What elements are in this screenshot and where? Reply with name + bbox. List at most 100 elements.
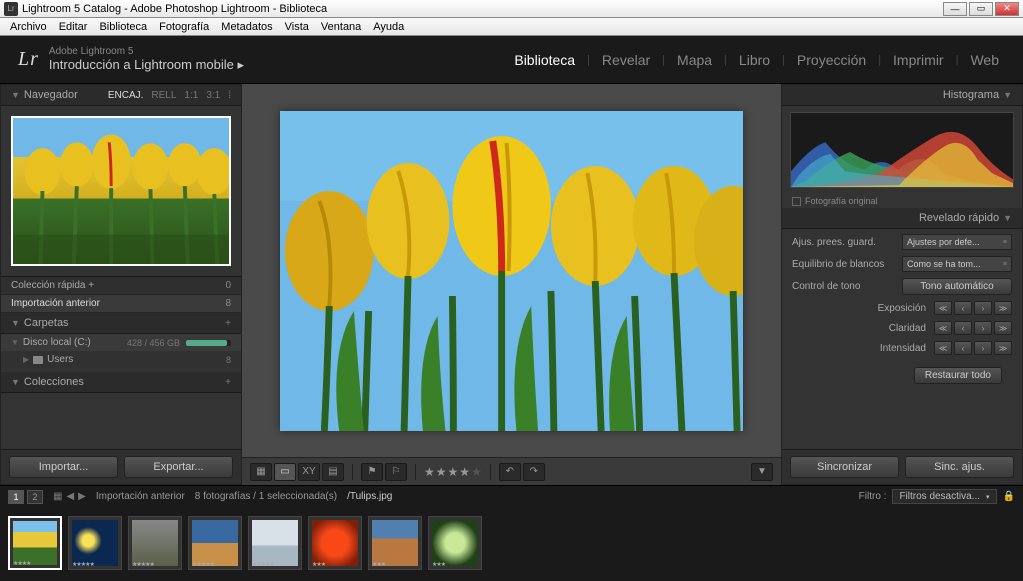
exposure-big-minus[interactable]: ≪ <box>934 301 952 315</box>
catalog-quick-collection[interactable]: Colección rápida + 0 <box>1 277 241 295</box>
filmstrip: ★★★★★★★★★★★★★★★★★★★★★★★★★★★★★★★★★ <box>0 507 1023 579</box>
menu-ayuda[interactable]: Ayuda <box>367 21 410 33</box>
export-button[interactable]: Exportar... <box>124 456 233 478</box>
preview-area[interactable] <box>242 84 781 457</box>
grid-icon[interactable]: ▦ <box>53 491 62 502</box>
module-libro[interactable]: Libro <box>733 52 776 68</box>
collections-header[interactable]: ▼ Colecciones + <box>1 372 241 393</box>
menu-metadatos[interactable]: Metadatos <box>215 21 278 33</box>
folder-users[interactable]: ▶ Users 8 <box>1 351 241 368</box>
nav-1to1[interactable]: 1:1 <box>184 90 198 101</box>
module-proyeccion[interactable]: Proyección <box>791 52 872 68</box>
nav-fill[interactable]: RELL <box>151 90 176 101</box>
thumb-tulips[interactable]: ★★★★ <box>8 516 62 570</box>
disk-usage-bar <box>186 340 231 346</box>
thumb-lighthouse[interactable]: ★★★★★ <box>188 516 242 570</box>
module-biblioteca[interactable]: Biblioteca <box>508 52 581 68</box>
thumb-flower[interactable]: ★★★ <box>308 516 362 570</box>
minimize-button[interactable]: — <box>943 2 967 16</box>
left-panel: ▼ Navegador ENCAJ. RELL 1:1 3:1 ⁞ <box>0 84 242 485</box>
compare-view-button[interactable]: XY <box>298 463 320 481</box>
exposure-big-plus[interactable]: ≫ <box>994 301 1012 315</box>
nav-3to1[interactable]: 3:1 <box>206 90 220 101</box>
auto-tone-button[interactable]: Tono automático <box>902 278 1012 295</box>
count-label: 8 fotografías / 1 seleccionada(s) <box>195 491 337 502</box>
navigator-preview[interactable] <box>1 106 241 276</box>
module-imprimir[interactable]: Imprimir <box>887 52 950 68</box>
window-title: Lightroom 5 Catalog - Adobe Photoshop Li… <box>22 3 327 15</box>
clarity-plus[interactable]: › <box>974 321 992 335</box>
histogram[interactable] <box>790 112 1014 188</box>
add-folder-icon[interactable]: + <box>225 318 231 329</box>
intensity-big-minus[interactable]: ≪ <box>934 341 952 355</box>
wb-dropdown[interactable]: Como se ha tom...≡ <box>902 256 1012 272</box>
monitor-1-button[interactable]: 1 <box>8 490 24 504</box>
module-mapa[interactable]: Mapa <box>671 52 718 68</box>
histogram-header[interactable]: Histograma ▼ <box>782 85 1022 106</box>
close-button[interactable]: ✕ <box>995 2 1019 16</box>
navigator-header[interactable]: ▼ Navegador ENCAJ. RELL 1:1 3:1 ⁞ <box>1 85 241 106</box>
identity-line2[interactable]: Introducción a Lightroom mobile ▸ <box>49 57 244 73</box>
triangle-icon: ▼ <box>11 338 19 347</box>
menu-biblioteca[interactable]: Biblioteca <box>93 21 153 33</box>
maximize-button[interactable]: ▭ <box>969 2 993 16</box>
sync-button[interactable]: Sincronizar <box>790 456 899 478</box>
monitor-2-button[interactable]: 2 <box>27 490 43 504</box>
nav-fit[interactable]: ENCAJ. <box>108 90 144 101</box>
preset-dropdown[interactable]: Ajustes por defe...≡ <box>902 234 1012 250</box>
disk-row[interactable]: ▼ Disco local (C:) 428 / 456 GB <box>1 334 241 351</box>
clarity-big-minus[interactable]: ≪ <box>934 321 952 335</box>
intensity-plus[interactable]: › <box>974 341 992 355</box>
filter-dropdown[interactable]: Filtros desactiva...▾ <box>892 489 996 504</box>
menu-ventana[interactable]: Ventana <box>315 21 367 33</box>
menu-vista[interactable]: Vista <box>279 21 315 33</box>
back-icon[interactable]: ◀ <box>66 491 74 502</box>
module-web[interactable]: Web <box>964 52 1005 68</box>
module-revelar[interactable]: Revelar <box>596 52 656 68</box>
thumb-image <box>432 520 478 566</box>
rotate-right-button[interactable]: ↷ <box>523 463 545 481</box>
add-collection-icon[interactable]: + <box>225 377 231 388</box>
histogram-original-checkbox[interactable]: Fotografía original <box>782 194 1022 208</box>
clarity-minus[interactable]: ‹ <box>954 321 972 335</box>
menu-editar[interactable]: Editar <box>53 21 94 33</box>
toolbar-menu-button[interactable]: ▼ <box>751 463 773 481</box>
exposure-plus[interactable]: › <box>974 301 992 315</box>
thumb-leaf[interactable]: ★★★ <box>428 516 482 570</box>
thumb-penguins[interactable]: ★★★★★ <box>248 516 302 570</box>
preset-label: Ajus. prees. guard. <box>792 237 902 248</box>
filter-lock-icon[interactable]: 🔒 <box>1003 491 1015 502</box>
sync-settings-button[interactable]: Sinc. ajus. <box>905 456 1014 478</box>
menu-archivo[interactable]: Archivo <box>4 21 53 33</box>
quickdev-title: Revelado rápido <box>919 212 999 224</box>
menu-fotografia[interactable]: Fotografía <box>153 21 215 33</box>
grid-view-button[interactable]: ▦ <box>250 463 272 481</box>
nav-more[interactable]: ⁞ <box>228 90 231 101</box>
reset-all-button[interactable]: Restaurar todo <box>914 367 1002 384</box>
intensity-big-plus[interactable]: ≫ <box>994 341 1012 355</box>
folders-header[interactable]: ▼ Carpetas + <box>1 313 241 334</box>
source-label[interactable]: Importación anterior <box>96 491 185 502</box>
exposure-minus[interactable]: ‹ <box>954 301 972 315</box>
thumb-jellyfish[interactable]: ★★★★★ <box>68 516 122 570</box>
thumb-rating: ★★★★★ <box>72 561 94 568</box>
survey-view-button[interactable]: ▤ <box>322 463 344 481</box>
intensity-minus[interactable]: ‹ <box>954 341 972 355</box>
filmstrip-header: 1 2 ▦ ◀ ▶ Importación anterior 8 fotogra… <box>0 485 1023 507</box>
navigator-image <box>11 116 231 266</box>
forward-icon[interactable]: ▶ <box>78 491 86 502</box>
thumb-rating: ★★★ <box>372 561 385 568</box>
import-button[interactable]: Importar... <box>9 456 118 478</box>
clarity-big-plus[interactable]: ≫ <box>994 321 1012 335</box>
quickdev-header[interactable]: Revelado rápido ▼ <box>782 208 1022 229</box>
rotate-left-button[interactable]: ↶ <box>499 463 521 481</box>
loupe-view-button[interactable]: ▭ <box>274 463 296 481</box>
flag-reject-button[interactable]: ⚐ <box>385 463 407 481</box>
thumb-desert[interactable]: ★★★ <box>368 516 422 570</box>
thumb-image <box>252 520 298 566</box>
flag-pick-button[interactable]: ⚑ <box>361 463 383 481</box>
thumb-koala[interactable]: ★★★★★ <box>128 516 182 570</box>
rating-stars[interactable]: ★★★★★ <box>424 465 482 479</box>
catalog-previous-import[interactable]: Importación anterior 8 <box>1 295 241 313</box>
preview-image <box>280 111 743 431</box>
